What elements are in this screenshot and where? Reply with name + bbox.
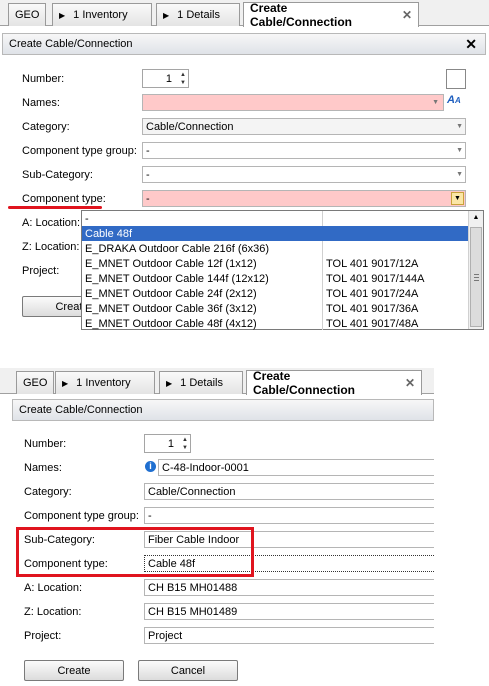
list-item[interactable]: E_MNET Outdoor Cable 48f (4x12) TOL 401 9… [82, 316, 468, 330]
checkbox[interactable] [446, 69, 466, 89]
close-icon[interactable]: ✕ [402, 8, 412, 22]
tab-bar: GEO ▶ 1 Inventory ▶ 1 Details Create Cable… [0, 368, 434, 397]
tab-inventory[interactable]: ▶ 1 Inventory [55, 371, 155, 394]
tab-geo[interactable]: GEO [16, 371, 55, 394]
list-item[interactable]: E_MNET Outdoor Cable 36f (3x12) TOL 401 9… [82, 301, 468, 316]
number-stepper[interactable]: 1 ▲ ▼ [144, 434, 191, 453]
red-highlight-box [16, 527, 254, 577]
play-arrow-icon: ▶ [62, 378, 69, 388]
names-field[interactable]: C-48-Indoor-0001 [158, 459, 434, 476]
list-item[interactable]: E_MNET Outdoor Cable 144f (12x12) TOL 401… [82, 271, 468, 286]
info-icon[interactable]: i [145, 461, 156, 472]
play-arrow-icon: ▶ [166, 378, 173, 388]
create-button[interactable]: Create [24, 660, 124, 681]
stepper-arrows-icon[interactable]: ▲ ▼ [182, 436, 188, 452]
number-stepper[interactable]: 1 ▲ ▼ [142, 69, 189, 88]
component-type-group-select[interactable]: - [144, 507, 434, 524]
cancel-button[interactable]: Cancel [138, 660, 238, 681]
a-location-label: A: Location: [24, 582, 83, 594]
component-type-label: Component type: [22, 193, 106, 205]
tab-details[interactable]: ▶ 1 Details [156, 3, 240, 26]
component-type-select[interactable]: - ▼ [142, 190, 466, 207]
list-item[interactable]: E_MNET Outdoor Cable 12f (1x12) TOL 401 9… [82, 256, 468, 271]
red-underline-annotation [8, 206, 102, 209]
names-field[interactable]: ▼ [142, 94, 444, 111]
tab-create-cable[interactable]: Create Cable/Connection ✕ [246, 369, 422, 397]
names-label: Names: [22, 97, 60, 109]
sub-category-label: Sub-Category: [22, 169, 93, 181]
dialog-title-bar: Create Cable/Connection [12, 399, 434, 421]
project-label: Project: [22, 265, 60, 277]
category-field[interactable]: Cable/Connection [144, 483, 434, 500]
close-icon[interactable]: ✕ [405, 376, 415, 390]
stepper-arrows-icon[interactable]: ▲ ▼ [180, 71, 186, 87]
project-field[interactable]: Project [144, 627, 434, 644]
list-item[interactable]: - [82, 211, 468, 226]
component-type-group-label: Component type group: [24, 510, 139, 522]
category-label: Category: [24, 486, 72, 498]
a-location-label: A: Location: [22, 217, 81, 229]
play-arrow-icon: ▶ [163, 10, 170, 20]
component-type-dropdown-list: - Cable 48f E_DRAKA Outdoor Cable 216f (… [81, 210, 484, 330]
tab-geo[interactable]: GEO [8, 3, 47, 26]
component-type-group-label: Component type group: [22, 145, 137, 157]
names-label: Names: [24, 462, 62, 474]
list-item[interactable]: E_MNET Outdoor Cable 24f (2x12) TOL 401 9… [82, 286, 468, 301]
z-location-field[interactable]: CH B15 MH01489 [144, 603, 434, 620]
play-arrow-icon: ▶ [59, 10, 66, 20]
z-location-label: Z: Location: [24, 606, 82, 618]
top-screenshot: GEO ▶ 1 Inventory ▶ 1 Details Create Cable… [0, 0, 489, 330]
tab-inventory[interactable]: ▶ 1 Inventory [52, 3, 152, 26]
dropdown-arrow-icon[interactable]: ▼ [456, 171, 463, 178]
tab-details[interactable]: ▶ 1 Details [159, 371, 243, 394]
list-item[interactable]: E_DRAKA Outdoor Cable 216f (6x36) [82, 241, 468, 256]
scrollbar-thumb[interactable] [470, 227, 482, 327]
dropdown-arrow-icon[interactable]: ▼ [456, 123, 463, 130]
component-type-group-select[interactable]: - ▼ [142, 142, 466, 159]
close-icon[interactable]: ✕ [465, 36, 477, 53]
dialog-title-bar: Create Cable/Connection ✕ [2, 33, 486, 55]
dropdown-arrow-icon[interactable]: ▼ [456, 147, 463, 154]
sub-category-select[interactable]: - ▼ [142, 166, 466, 183]
scrollbar[interactable]: ▲ [468, 211, 483, 329]
category-label: Category: [22, 121, 70, 133]
category-field[interactable]: Cable/Connection ▼ [142, 118, 466, 135]
tab-create-cable[interactable]: Create Cable/Connection ✕ [243, 1, 419, 29]
font-style-icon[interactable]: AA [447, 94, 461, 106]
list-item-selected[interactable]: Cable 48f [82, 226, 468, 241]
z-location-label: Z: Location: [22, 241, 80, 253]
a-location-field[interactable]: CH B15 MH01488 [144, 579, 434, 596]
bottom-screenshot: GEO ▶ 1 Inventory ▶ 1 Details Create Cable… [0, 368, 489, 686]
scroll-up-icon[interactable]: ▲ [469, 211, 483, 225]
number-label: Number: [22, 73, 65, 85]
dropdown-arrow-icon[interactable]: ▼ [451, 192, 464, 205]
project-label: Project: [24, 630, 62, 642]
dropdown-arrow-icon[interactable]: ▼ [432, 99, 439, 106]
number-label: Number: [24, 438, 67, 450]
tab-bar: GEO ▶ 1 Inventory ▶ 1 Details Create Cable… [0, 0, 489, 29]
